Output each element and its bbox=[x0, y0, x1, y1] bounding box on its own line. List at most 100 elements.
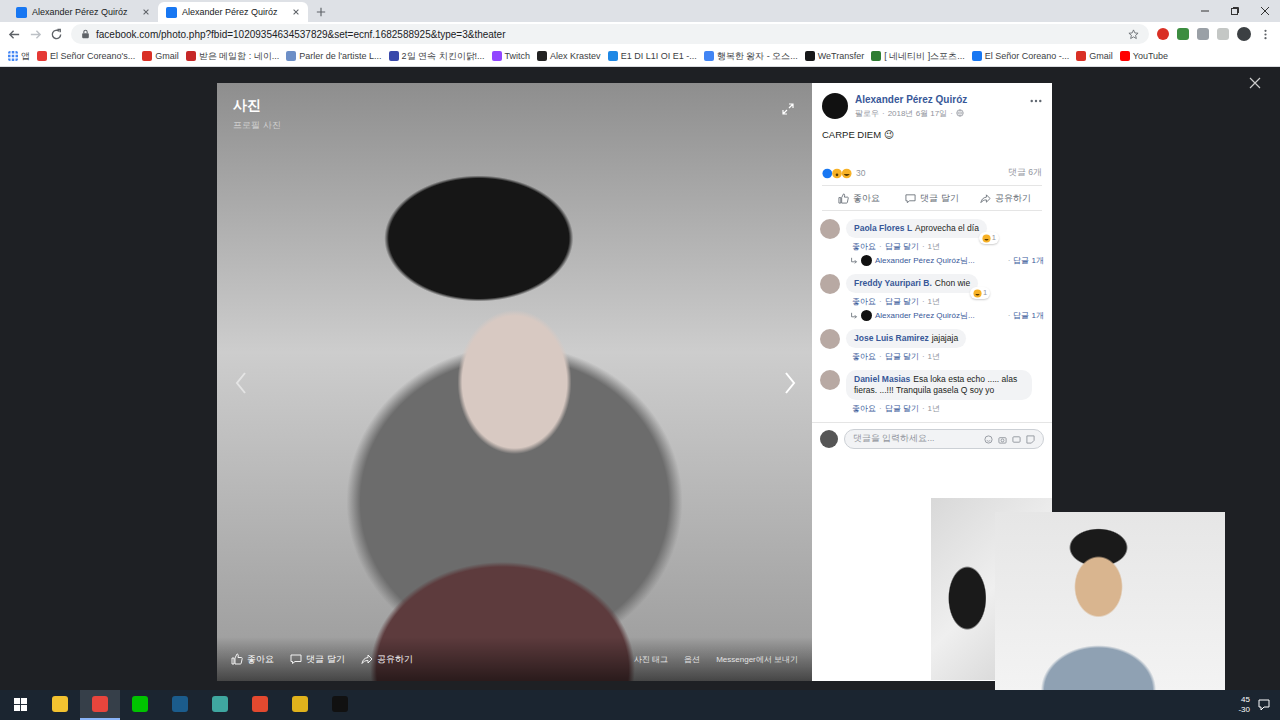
bookmark-label: El Señor Coreano -... bbox=[985, 51, 1070, 61]
reply-summary[interactable]: Alexander Pérez Quiróz님...·답글 1개 bbox=[846, 310, 1044, 321]
commenter-avatar[interactable] bbox=[820, 274, 840, 294]
browser-tab[interactable]: Alexander Pérez Quiróz bbox=[158, 2, 308, 22]
comment-meta-item[interactable]: 답글 달기 bbox=[885, 403, 919, 414]
reaction-count[interactable]: 30 bbox=[856, 168, 865, 178]
taskbar-app[interactable] bbox=[80, 690, 120, 720]
post-date[interactable]: 2018년 6월 17일 bbox=[888, 108, 948, 119]
author-avatar[interactable] bbox=[822, 93, 848, 119]
gif-icon[interactable] bbox=[1012, 435, 1021, 444]
extension-icon[interactable] bbox=[1177, 28, 1189, 40]
back-icon[interactable] bbox=[8, 28, 21, 41]
photo-album[interactable]: 프로필 사진 bbox=[233, 119, 281, 132]
close-window-icon[interactable] bbox=[1250, 6, 1280, 16]
bookmark[interactable]: Parler de l'artiste L... bbox=[286, 51, 381, 61]
sticker-icon[interactable] bbox=[1026, 435, 1035, 444]
expand-icon[interactable] bbox=[782, 103, 794, 115]
bookmark[interactable]: Gmail bbox=[1076, 51, 1113, 61]
clock[interactable]: 45-30 bbox=[1238, 690, 1258, 720]
close-icon[interactable] bbox=[142, 8, 150, 16]
bookmark[interactable]: Alex Krastev bbox=[537, 51, 601, 61]
adblock-icon[interactable] bbox=[1157, 28, 1169, 40]
comment-meta-item: 1년 bbox=[928, 296, 940, 307]
bookmark[interactable]: Twitch bbox=[492, 51, 531, 61]
bookmark[interactable]: 받은 메일함 : 네이... bbox=[186, 50, 280, 63]
forward-icon[interactable] bbox=[29, 28, 42, 41]
taskbar-app[interactable] bbox=[120, 690, 160, 720]
follow-link[interactable]: 팔로우 bbox=[855, 108, 879, 119]
commenter-avatar[interactable] bbox=[820, 329, 840, 349]
photo-option[interactable]: 사진 태그 bbox=[634, 654, 668, 665]
minimize-icon[interactable] bbox=[1190, 6, 1220, 16]
address-bar[interactable]: facebook.com/photo.php?fbid=102093546345… bbox=[71, 24, 1149, 44]
comment-input[interactable]: 댓글을 입력하세요... bbox=[844, 429, 1044, 449]
app-icon bbox=[212, 696, 228, 712]
bookmark[interactable]: YouTube bbox=[1120, 51, 1168, 61]
separator: · bbox=[879, 297, 882, 306]
commenter-avatar[interactable] bbox=[820, 219, 840, 239]
commenter-name[interactable]: Daniel Masias bbox=[854, 374, 910, 384]
post-action[interactable]: 좋아요 bbox=[822, 186, 895, 210]
bookmark[interactable]: 행복한 왕자 - 오스... bbox=[704, 50, 798, 63]
comment-list: Paola Flores LAprovecha el día1좋아요·답글 달기… bbox=[812, 211, 1052, 422]
comment-meta-item[interactable]: 좋아요 bbox=[852, 241, 876, 252]
comment-reaction[interactable]: 1 bbox=[979, 232, 999, 244]
bookmark[interactable]: El Señor Coreano -... bbox=[972, 51, 1070, 61]
taskbar-app[interactable] bbox=[320, 690, 360, 720]
close-viewer-icon[interactable] bbox=[1249, 77, 1261, 89]
previous-icon[interactable] bbox=[235, 371, 247, 395]
comment-meta-item[interactable]: 좋아요 bbox=[852, 351, 876, 362]
bookmark[interactable]: El Señor Coreano's... bbox=[37, 51, 135, 61]
post-action[interactable]: 댓글 달기 bbox=[895, 186, 968, 210]
comment-meta-item[interactable]: 답글 달기 bbox=[885, 351, 919, 362]
notification-icon[interactable] bbox=[1258, 699, 1270, 711]
bookmark[interactable]: [ 네네티비 ]스포츠... bbox=[871, 50, 965, 63]
close-icon[interactable] bbox=[292, 8, 300, 16]
commenter-name[interactable]: Freddy Yauripari B. bbox=[854, 278, 932, 288]
bookmark[interactable]: 2일 연속 치킨이닭!... bbox=[389, 50, 485, 63]
reply-avatar bbox=[861, 255, 872, 266]
taskbar-app[interactable] bbox=[40, 690, 80, 720]
commenter-name[interactable]: Paola Flores L bbox=[854, 223, 912, 233]
photo-option[interactable]: Messenger에서 보내기 bbox=[716, 654, 798, 665]
post-action[interactable]: 공유하기 bbox=[969, 186, 1042, 210]
reload-icon[interactable] bbox=[50, 28, 63, 41]
bookmark[interactable]: WeTransfer bbox=[805, 51, 865, 61]
commenter-avatar[interactable] bbox=[820, 370, 840, 390]
separator: · bbox=[950, 109, 953, 118]
taskbar-app[interactable] bbox=[160, 690, 200, 720]
more-icon[interactable] bbox=[1030, 99, 1042, 103]
extension-icon[interactable] bbox=[1217, 28, 1229, 40]
next-icon[interactable] bbox=[784, 371, 796, 395]
share-icon bbox=[980, 193, 991, 204]
camera-icon[interactable] bbox=[998, 435, 1007, 444]
star-icon[interactable] bbox=[1128, 29, 1139, 40]
extension-icon[interactable] bbox=[1197, 28, 1209, 40]
photo-option[interactable]: 옵션 bbox=[684, 654, 700, 665]
photo-action[interactable]: 공유하기 bbox=[361, 653, 413, 666]
taskbar-app[interactable] bbox=[200, 690, 240, 720]
emoji-icon[interactable] bbox=[984, 435, 993, 444]
photo-action[interactable]: 댓글 달기 bbox=[290, 653, 345, 666]
bookmark[interactable]: E1 DI L1I OI E1 -... bbox=[608, 51, 697, 61]
taskbar-app[interactable] bbox=[280, 690, 320, 720]
start-button[interactable] bbox=[0, 690, 40, 720]
bookmark[interactable]: 앱 bbox=[8, 50, 30, 63]
comment-reaction[interactable]: 1 bbox=[970, 287, 990, 299]
new-tab-icon[interactable] bbox=[316, 7, 326, 17]
comment-meta-item[interactable]: 좋아요 bbox=[852, 403, 876, 414]
comment-meta-item[interactable]: 좋아요 bbox=[852, 296, 876, 307]
commenter-name[interactable]: Jose Luis Ramirez bbox=[854, 333, 929, 343]
reactions-icon[interactable] bbox=[822, 168, 852, 179]
photo-action[interactable]: 좋아요 bbox=[231, 653, 274, 666]
profile-icon[interactable] bbox=[1237, 27, 1251, 41]
comment-meta-item[interactable]: 답글 달기 bbox=[885, 241, 919, 252]
author-name[interactable]: Alexander Pérez Quiróz bbox=[855, 94, 1023, 105]
comment-meta-item[interactable]: 답글 달기 bbox=[885, 296, 919, 307]
browser-tab[interactable]: Alexander Pérez Quiróz bbox=[8, 2, 158, 22]
restore-icon[interactable] bbox=[1220, 6, 1250, 16]
taskbar-app[interactable] bbox=[240, 690, 280, 720]
comment-count[interactable]: 댓글 6개 bbox=[1008, 167, 1042, 179]
reply-summary[interactable]: Alexander Pérez Quiróz님...·답글 1개 bbox=[846, 255, 1044, 266]
bookmark[interactable]: Gmail bbox=[142, 51, 179, 61]
menu-icon[interactable] bbox=[1259, 28, 1272, 41]
